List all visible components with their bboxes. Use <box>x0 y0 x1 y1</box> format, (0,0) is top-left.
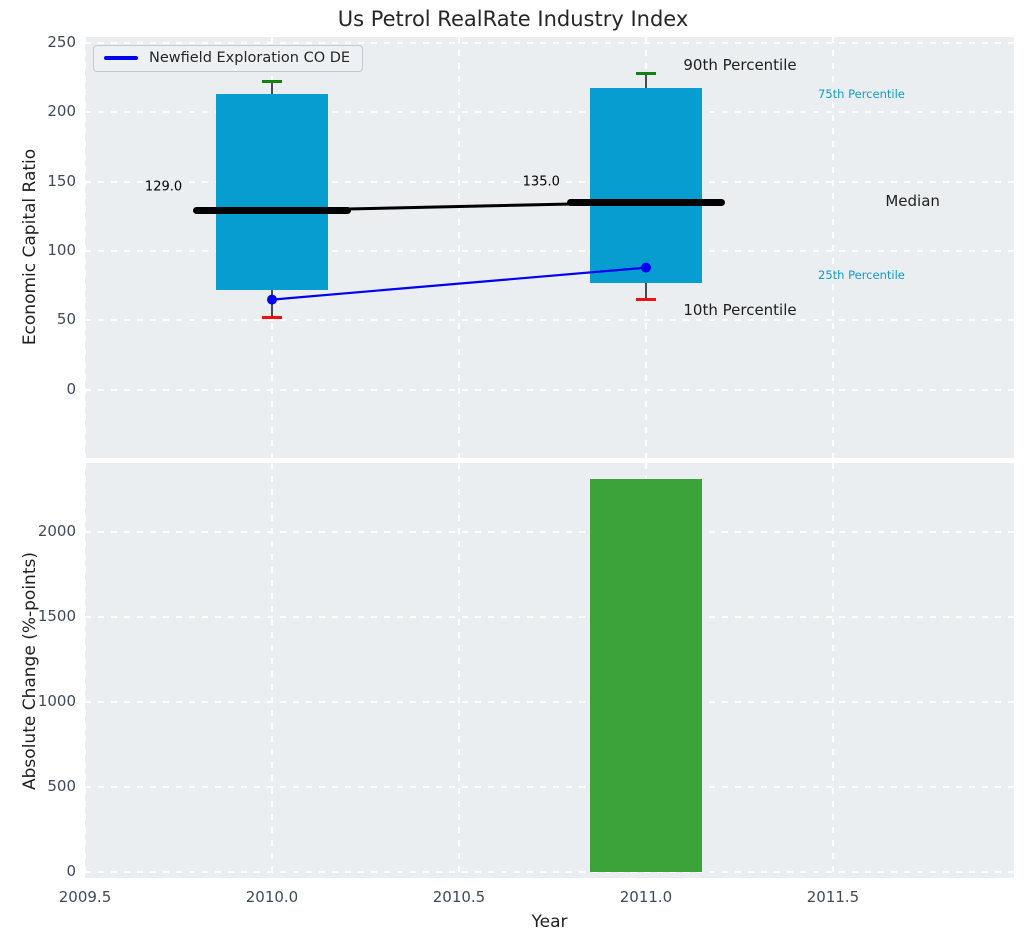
legend-label: Newfield Exploration CO DE <box>149 50 350 66</box>
y-tick-label tick: 0 <box>0 380 76 398</box>
annotation-25th-percentile: 25th Percentile <box>818 268 905 282</box>
y-tick-label tick: 50 <box>0 310 76 328</box>
grid-line-vertical <box>458 463 460 878</box>
annotation-75th-percentile: 75th Percentile <box>818 87 905 101</box>
median-segment <box>193 207 350 214</box>
median-segment <box>567 199 724 206</box>
grid-line-vertical <box>271 463 273 878</box>
bottom-plot-area <box>85 463 1014 878</box>
annotation-90th-percentile: 90th Percentile <box>683 56 796 74</box>
company-data-point <box>267 295 277 305</box>
grid-line-horizontal <box>85 786 1014 788</box>
x-tick-label: 2011.5 <box>788 888 878 906</box>
grid-line-horizontal <box>85 871 1014 873</box>
median-value-label: 135.0 <box>523 174 560 189</box>
y-tick-label tick: 250 <box>0 33 76 51</box>
change-bar <box>590 479 703 872</box>
company-line <box>272 268 646 300</box>
y-tick-label tick: 0 <box>0 862 76 880</box>
x-tick-label: 2010.5 <box>414 888 504 906</box>
median-value-label: 129.0 <box>145 180 182 195</box>
y-tick-label tick: 1500 <box>0 607 76 625</box>
grid-line-vertical <box>832 463 834 878</box>
y-tick-label tick: 500 <box>0 777 76 795</box>
legend-line-swatch <box>104 56 138 60</box>
y-tick-label tick: 200 <box>0 102 76 120</box>
annotation-median: Median <box>885 192 940 210</box>
x-tick-label: 2011.0 <box>601 888 691 906</box>
y-axis-label-bottom: Absolute Change (%-points) <box>20 552 40 790</box>
y-tick-label tick: 100 <box>0 241 76 259</box>
x-tick-label: 2010.0 <box>227 888 317 906</box>
grid-line-horizontal <box>85 701 1014 703</box>
grid-line-vertical <box>84 463 86 878</box>
legend: Newfield Exploration CO DE <box>93 45 363 72</box>
y-tick-label tick: 150 <box>0 172 76 190</box>
x-tick-label: 2009.5 <box>40 888 130 906</box>
chart-title: Us Petrol RealRate Industry Index <box>0 7 1026 31</box>
figure: Us Petrol RealRate Industry Index Econom… <box>0 0 1026 942</box>
top-plot-area: Newfield Exploration CO DE 129.0 135.0 90t… <box>85 37 1014 458</box>
grid-line-horizontal <box>85 616 1014 618</box>
grid-line-horizontal <box>85 531 1014 533</box>
company-data-point <box>641 263 651 273</box>
annotation-10th-percentile: 10th Percentile <box>683 301 796 319</box>
x-axis-label: Year <box>85 912 1014 932</box>
y-tick-label tick: 1000 <box>0 692 76 710</box>
y-tick-label tick: 2000 <box>0 522 76 540</box>
